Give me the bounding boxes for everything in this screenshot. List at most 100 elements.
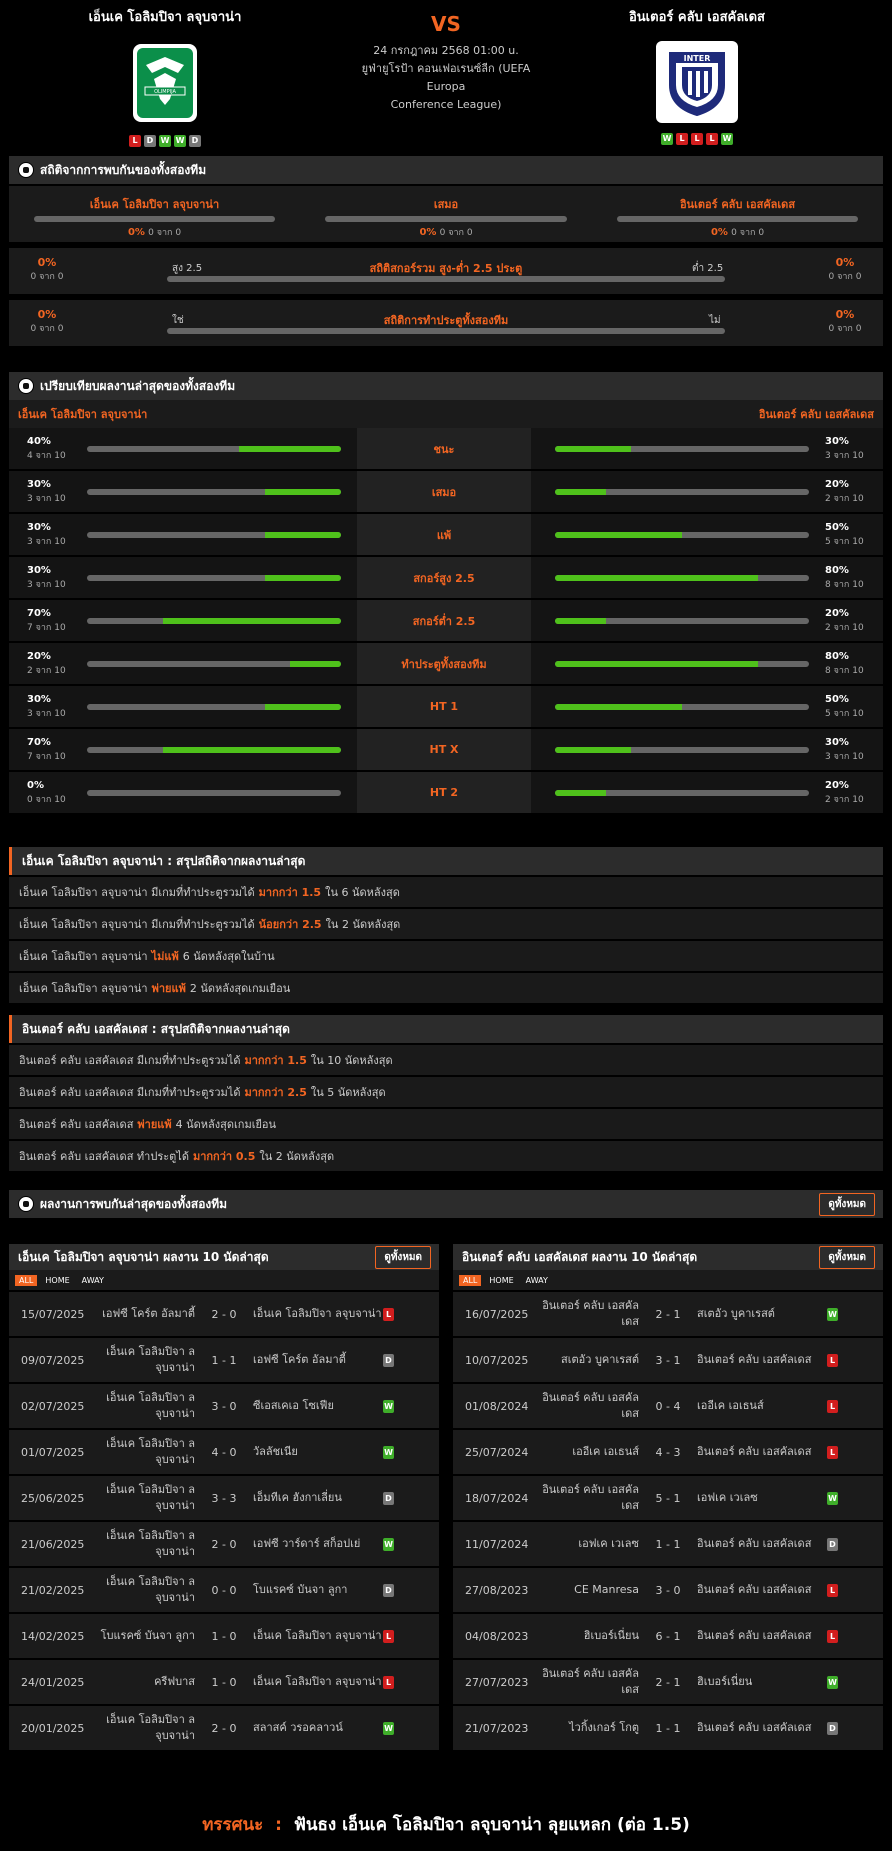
tab-away[interactable]: AWAY <box>78 1275 108 1286</box>
home-team-logo: OLIMPIJA <box>133 44 197 122</box>
summary-text: เอ็นเค โอลิมปิจา ลจุบจาน่า มีเกมที่ทำประ… <box>19 886 255 899</box>
match-row[interactable]: 21/02/2025 เอ็นเค โอลิมปิจา ลจุบจาน่า 0 - … <box>9 1566 439 1612</box>
match-row[interactable]: 01/07/2025 เอ็นเค โอลิมปิจา ลจุบจาน่า 4 - … <box>9 1428 439 1474</box>
home-last10-view-all-button[interactable]: ดูทั้งหมด <box>375 1245 431 1269</box>
tab-all[interactable]: ALL <box>459 1274 482 1286</box>
match-row[interactable]: 01/08/2024 อินเตอร์ คลับ เอสคัลเดส 0 - 4 เอ… <box>453 1382 883 1428</box>
match-row[interactable]: 18/07/2024 อินเตอร์ คลับ เอสคัลเดส 5 - 1 เอ… <box>453 1474 883 1520</box>
match-home-team[interactable]: ครีฟบาส <box>95 1674 195 1690</box>
away-summary-title: อินเตอร์ คลับ เอสคัลเดส : สรุปสถิติจากผล… <box>9 1015 883 1043</box>
match-home-team[interactable]: เอ็นเค โอลิมปิจา ลจุบจาน่า <box>95 1574 195 1606</box>
match-away-team[interactable]: เอฟเค เวเลซ <box>697 1490 827 1506</box>
match-away-team[interactable]: อินเตอร์ คลับ เอสคัลเดส <box>697 1628 827 1644</box>
match-date: 25/06/2025 <box>21 1491 85 1505</box>
compare-away-name[interactable]: อินเตอร์ คลับ เอสคัลเดส <box>759 405 874 423</box>
prediction-label: ทรรศนะ <box>202 1815 264 1835</box>
match-row[interactable]: 27/08/2023 CE Manresa 3 - 0 อินเตอร์ คลับ เ… <box>453 1566 883 1612</box>
match-away-team[interactable]: เอฟซี วาร์ดาร์ สก็อปเย่ <box>253 1536 383 1552</box>
match-row[interactable]: 04/08/2023 ฮิเบอร์เนี่ยน 6 - 1 อินเตอร์ คลั… <box>453 1612 883 1658</box>
match-result-badge: W <box>827 1307 838 1321</box>
match-away-team[interactable]: อินเตอร์ คลับ เอสคัลเดส <box>697 1582 827 1598</box>
match-away-team[interactable]: ซีเอสเคเอ โซเฟีย <box>253 1398 383 1414</box>
match-row[interactable]: 25/06/2025 เอ็นเค โอลิมปิจา ลจุบจาน่า 3 - … <box>9 1474 439 1520</box>
league-name-2[interactable]: Conference League) <box>346 96 546 114</box>
match-row[interactable]: 09/07/2025 เอ็นเค โอลิมปิจา ลจุบจาน่า 1 - … <box>9 1336 439 1382</box>
tab-home[interactable]: HOME <box>485 1275 517 1286</box>
match-away-team[interactable]: เอ็นเค โอลิมปิจา ลจุบจาน่า <box>253 1306 383 1322</box>
h2h-title: สถิติจากการพบกันของทั้งสองทีม <box>40 162 207 177</box>
match-away-team[interactable]: วัลลัชเนีย <box>253 1444 383 1460</box>
h2h-home-label[interactable]: เอ็นเค โอลิมปิจา ลจุบจาน่า <box>34 195 275 213</box>
match-home-team[interactable]: เอ็นเค โอลิมปิจา ลจุบจาน่า <box>95 1528 195 1560</box>
match-away-team[interactable]: เออีเค เอเธนส์ <box>697 1398 827 1414</box>
compare-row: 30% 3 จาก 10 เสมอ 20% 2 จาก 10 <box>9 471 883 514</box>
match-home-team[interactable]: เอ็นเค โอลิมปิจา ลจุบจาน่า <box>95 1712 195 1744</box>
h2h-away-label[interactable]: อินเตอร์ คลับ เอสคัลเดส <box>617 195 858 213</box>
recent-header: ผลงานการพบกันล่าสุดของทั้งสองทีม ดูทั้งหม… <box>9 1190 883 1218</box>
summary-highlight: มากกว่า 2.5 <box>244 1086 307 1099</box>
match-row[interactable]: 24/01/2025 ครีฟบาส 1 - 0 เอ็นเค โอลิมปิจา ล… <box>9 1658 439 1704</box>
away-last10-view-all-button[interactable]: ดูทั้งหมด <box>819 1245 875 1269</box>
match-away-team[interactable]: อินเตอร์ คลับ เอสคัลเดส <box>697 1352 827 1368</box>
recent-view-all-button[interactable]: ดูทั้งหมด <box>819 1192 875 1216</box>
match-home-team[interactable]: อินเตอร์ คลับ เอสคัลเดส <box>539 1482 639 1514</box>
compare-away-cell: 30% 3 จาก 10 <box>531 428 883 469</box>
summary-highlight: น้อยกว่า 2.5 <box>258 918 322 931</box>
away-team-name[interactable]: อินเตอร์ คลับ เอสคัลเดส <box>582 6 812 27</box>
compare-home-bar-fill <box>290 660 341 667</box>
match-home-team[interactable]: เอ็นเค โอลิมปิจา ลจุบจาน่า <box>95 1482 195 1514</box>
match-away-team[interactable]: อินเตอร์ คลับ เอสคัลเดส <box>697 1444 827 1460</box>
match-away-team[interactable]: สลาสค์ วรอคลาวน์ <box>253 1720 383 1736</box>
match-away-team[interactable]: อินเตอร์ คลับ เอสคัลเดส <box>697 1536 827 1552</box>
match-row[interactable]: 25/07/2024 เออีเค เอเธนส์ 4 - 3 อินเตอร์ คล… <box>453 1428 883 1474</box>
match-row[interactable]: 21/06/2025 เอ็นเค โอลิมปิจา ลจุบจาน่า 2 - … <box>9 1520 439 1566</box>
match-away-team[interactable]: เอ็นเค โอลิมปิจา ลจุบจาน่า <box>253 1628 383 1644</box>
soccer-ball-icon <box>18 162 34 178</box>
home-team[interactable]: เอ็นเค โอลิมปิจา ลจุบจาน่า OLIMPIJA LDWW… <box>50 6 280 147</box>
match-row[interactable]: 21/07/2023 ไวกิ้งเกอร์ โกตู 1 - 1 อินเตอร์ … <box>453 1704 883 1750</box>
away-team[interactable]: อินเตอร์ คลับ เอสคัลเดส INTER WLLLW <box>582 6 812 145</box>
match-score: 3 - 3 <box>211 1491 237 1505</box>
match-away-team[interactable]: อินเตอร์ คลับ เอสคัลเดส <box>697 1720 827 1736</box>
match-home-team[interactable]: อินเตอร์ คลับ เอสคัลเดส <box>539 1666 639 1698</box>
match-home-team[interactable]: ฮิเบอร์เนี่ยน <box>539 1628 639 1644</box>
match-home-team[interactable]: โบแรคซ์ บันจา ลูกา <box>95 1628 195 1644</box>
compare-home-name[interactable]: เอ็นเค โอลิมปิจา ลจุบจาน่า <box>18 405 147 423</box>
match-away-team[interactable]: เอ็นเค โอลิมปิจา ลจุบจาน่า <box>253 1674 383 1690</box>
match-away-team[interactable]: เอ็มทีเค ฮังกาเลี่ยน <box>253 1490 383 1506</box>
match-away-team[interactable]: ฮิเบอร์เนี่ยน <box>697 1674 827 1690</box>
match-home-team[interactable]: เอฟซี โคร์ต อัลมาตี้ <box>95 1306 195 1322</box>
tab-all[interactable]: ALL <box>15 1274 38 1286</box>
summary-text: อินเตอร์ คลับ เอสคัลเดส ทำประตูได้ <box>19 1150 189 1163</box>
match-home-team[interactable]: สเตอัว บูคาเรสต์ <box>539 1352 639 1368</box>
match-row[interactable]: 20/01/2025 เอ็นเค โอลิมปิจา ลจุบจาน่า 2 - … <box>9 1704 439 1750</box>
tab-away[interactable]: AWAY <box>522 1275 552 1286</box>
compare-row: 30% 3 จาก 10 แพ้ 50% 5 จาก 10 <box>9 514 883 557</box>
home-team-name[interactable]: เอ็นเค โอลิมปิจา ลจุบจาน่า <box>50 6 280 27</box>
league-name-1[interactable]: ยูฟ่ายูโรป้า คอนเฟอเรนซ์ลีก (UEFA Europa <box>346 60 546 96</box>
match-row[interactable]: 16/07/2025 อินเตอร์ คลับ เอสคัลเดส 2 - 1 สเ… <box>453 1290 883 1336</box>
match-row[interactable]: 15/07/2025 เอฟซี โคร์ต อัลมาตี้ 2 - 0 เอ็นเ… <box>9 1290 439 1336</box>
match-home-team[interactable]: เออีเค เอเธนส์ <box>539 1444 639 1460</box>
match-home-team[interactable]: เอ็นเค โอลิมปิจา ลจุบจาน่า <box>95 1436 195 1468</box>
compare-away-of: 5 จาก 10 <box>825 709 864 719</box>
match-away-team[interactable]: สเตอัว บูคาเรสต์ <box>697 1306 827 1322</box>
match-away-team[interactable]: โบแรคซ์ บันจา ลูกา <box>253 1582 383 1598</box>
away-last10-tabs: ALL HOME AWAY <box>453 1270 883 1290</box>
away-last10-list: 16/07/2025 อินเตอร์ คลับ เอสคัลเดส 2 - 1 สเ… <box>453 1290 883 1750</box>
match-row[interactable]: 10/07/2025 สเตอัว บูคาเรสต์ 3 - 1 อินเตอร์ … <box>453 1336 883 1382</box>
match-home-team[interactable]: อินเตอร์ คลับ เอสคัลเดส <box>539 1390 639 1422</box>
match-home-team[interactable]: CE Manresa <box>539 1582 639 1598</box>
match-row[interactable]: 27/07/2023 อินเตอร์ คลับ เอสคัลเดส 2 - 1 ฮิ… <box>453 1658 883 1704</box>
ou-title: สถิติสกอร์รวม สูง-ต่ำ 2.5 ประตู <box>369 262 523 275</box>
match-home-team[interactable]: เอ็นเค โอลิมปิจา ลจุบจาน่า <box>95 1390 195 1422</box>
match-row[interactable]: 11/07/2024 เอฟเค เวเลซ 1 - 1 อินเตอร์ คลับ … <box>453 1520 883 1566</box>
match-away-team[interactable]: เอฟซี โคร์ต อัลมาตี้ <box>253 1352 383 1368</box>
match-row[interactable]: 14/02/2025 โบแรคซ์ บันจา ลูกา 1 - 0 เอ็นเค … <box>9 1612 439 1658</box>
match-home-team[interactable]: เอฟเค เวเลซ <box>539 1536 639 1552</box>
match-row[interactable]: 02/07/2025 เอ็นเค โอลิมปิจา ลจุบจาน่า 3 - … <box>9 1382 439 1428</box>
match-home-team[interactable]: ไวกิ้งเกอร์ โกตู <box>539 1720 639 1736</box>
tab-home[interactable]: HOME <box>41 1275 73 1286</box>
match-home-team[interactable]: เอ็นเค โอลิมปิจา ลจุบจาน่า <box>95 1344 195 1376</box>
match-home-team[interactable]: อินเตอร์ คลับ เอสคัลเดส <box>539 1298 639 1330</box>
